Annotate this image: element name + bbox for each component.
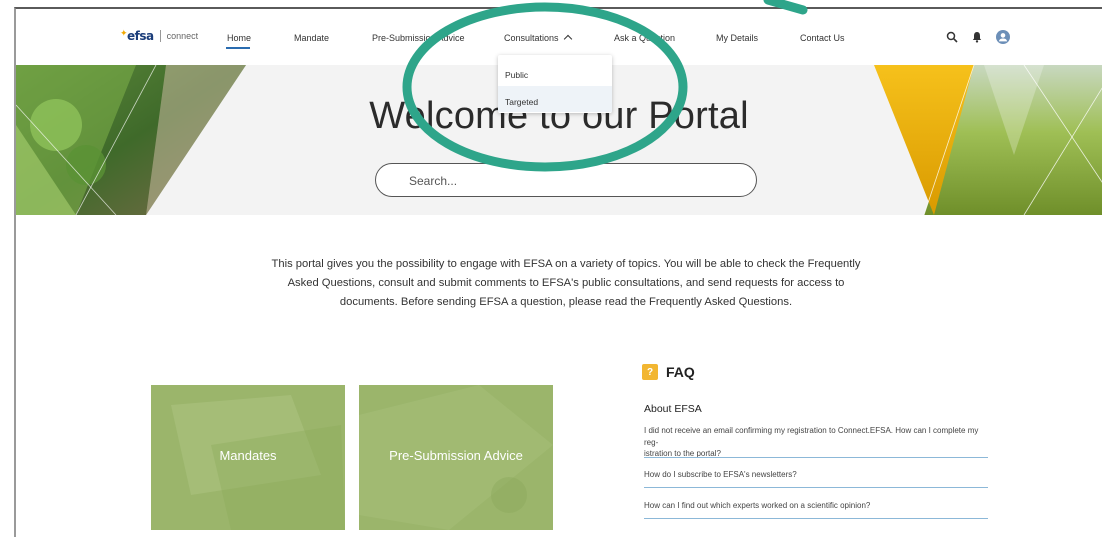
faq-question-1-line-2: istration to the portal? [644,449,721,459]
chevron-up-icon [563,34,572,44]
dropdown-item-public[interactable]: Public [498,59,612,85]
logo-sub: connect [166,31,199,41]
tile-pre-submission-advice-label: Pre-Submission Advice [389,448,523,463]
faq-header: ? FAQ [642,364,695,380]
faq-divider [644,457,988,458]
faq-section-title: About EFSA [644,403,702,415]
faq-question-2[interactable]: How do I subscribe to EFSA's newsletters… [644,469,988,481]
nav-link-consultations-label: Consultations [504,33,559,43]
nav-active-underline [226,47,250,49]
faq-title: FAQ [666,364,695,380]
hero-right-image [874,65,1102,215]
faq-question-1-line-1: I did not receive an email confirming my… [644,426,979,447]
intro-text: This portal gives you the possibility to… [216,255,916,312]
tile-mandates-label: Mandates [219,448,277,463]
bell-icon[interactable] [971,31,983,43]
intro-line-2: Asked Questions, consult and submit comm… [287,277,845,290]
consultations-dropdown: Public Targeted [498,55,612,113]
faq-question-1[interactable]: I did not receive an email confirming my… [644,425,988,460]
efsa-logo[interactable]: ✦efsa connect [120,29,198,43]
nav-link-ask-question[interactable]: Ask a Question [614,33,675,43]
faq-question-3-line-1: How can I find out which experts worked … [644,501,871,510]
faq-question-2-line-1: How do I subscribe to EFSA's newsletters… [644,470,797,479]
tile-mandates[interactable]: Mandates [151,385,345,530]
faq-question-3[interactable]: How can I find out which experts worked … [644,500,988,512]
logo-text: efsa [127,29,154,43]
faq-divider [644,487,988,488]
intro-line-3: documents. Before sending EFSA a questio… [339,296,793,309]
nav-link-my-details[interactable]: My Details [716,33,758,43]
hero-left-image [16,65,246,215]
question-mark-icon: ? [642,364,658,380]
logo-star-icon: ✦ [120,29,128,39]
search-input[interactable]: Search... [375,163,757,197]
user-avatar-icon[interactable] [996,30,1010,44]
logo-mark: ✦efsa [120,29,154,43]
nav-link-contact-us[interactable]: Contact Us [800,33,845,43]
dropdown-item-targeted[interactable]: Targeted [498,86,612,112]
tile-pre-submission-advice[interactable]: Pre-Submission Advice [359,385,553,530]
nav-link-home[interactable]: Home [227,33,251,43]
logo-separator [159,30,161,42]
faq-divider [644,518,988,519]
browser-page: ✦efsa connect Home Mandate Pre-Submissio… [14,7,1102,537]
search-icon[interactable] [946,31,958,43]
nav-link-mandate[interactable]: Mandate [294,33,329,43]
nav-link-consultations[interactable]: Consultations [504,33,572,44]
nav-link-pre-submission-advice[interactable]: Pre-Submission Advice [372,33,465,43]
intro-line-1: This portal gives you the possibility to… [271,258,861,270]
